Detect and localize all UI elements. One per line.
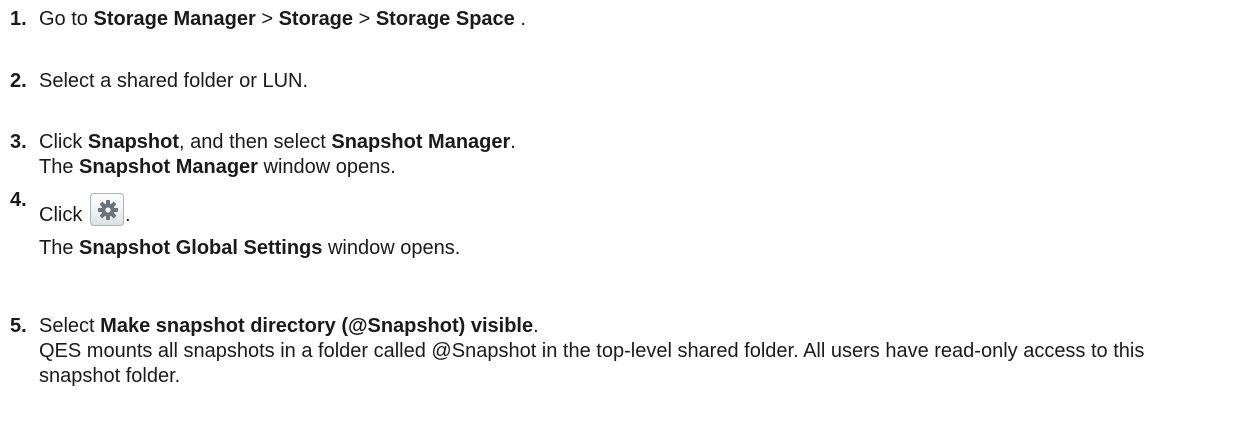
sentence-end: . bbox=[533, 315, 539, 337]
snapshot-button-name: Snapshot bbox=[87, 131, 180, 153]
select-text: Select bbox=[39, 315, 95, 337]
step-result: The Snapshot Manager window opens. bbox=[39, 155, 1230, 180]
make-snapshot-directory-visible-option: Make snapshot directory (@Snapshot) visi… bbox=[100, 315, 534, 337]
step-body: Select Make snapshot directory (@Snapsho… bbox=[39, 314, 1230, 389]
sentence-end: . bbox=[510, 131, 516, 153]
snapshot-global-settings-window-name: Snapshot Global Settings bbox=[79, 237, 323, 259]
path-storage: Storage bbox=[278, 8, 354, 30]
path-storage-space: Storage Space bbox=[375, 8, 515, 30]
result-suffix: window opens. bbox=[327, 237, 461, 259]
step-number: 2. bbox=[10, 70, 27, 92]
global-settings-button[interactable] bbox=[90, 193, 124, 226]
step-body: Click Snapshot, and then select Snapshot… bbox=[39, 130, 1230, 180]
go-to-text: Go to bbox=[39, 8, 88, 30]
sentence-end: . bbox=[520, 8, 526, 30]
result-prefix: The bbox=[39, 156, 74, 178]
result-suffix: window opens. bbox=[263, 156, 396, 178]
snapshot-manager-window-name: Snapshot Manager bbox=[79, 156, 258, 178]
path-storage-manager: Storage Manager bbox=[93, 8, 256, 30]
step-body: Click . The Snapshot Global Settings win… bbox=[39, 193, 1230, 261]
step-instruction: Select a shared folder or LUN. bbox=[39, 70, 309, 92]
gear-icon bbox=[98, 200, 118, 220]
step-instruction: Click . bbox=[39, 193, 1230, 229]
result-prefix: The bbox=[39, 237, 74, 259]
step-number: 5. bbox=[10, 315, 27, 337]
path-separator: > bbox=[358, 8, 371, 30]
step-number: 1. bbox=[10, 8, 27, 30]
step-instruction: Select Make snapshot directory (@Snapsho… bbox=[39, 314, 1230, 339]
step-result: The Snapshot Global Settings window open… bbox=[39, 236, 1230, 261]
then-select-text: , and then select bbox=[179, 131, 326, 153]
click-text: Click bbox=[39, 204, 83, 226]
step-number: 4. bbox=[10, 189, 27, 211]
step-number: 3. bbox=[10, 131, 27, 153]
click-text: Click bbox=[39, 131, 83, 153]
path-separator: > bbox=[261, 8, 273, 30]
step-body: Go to Storage Manager > Storage > Storag… bbox=[39, 7, 1230, 32]
step-description: QES mounts all snapshots in a folder cal… bbox=[39, 340, 1145, 387]
step-instruction: Click Snapshot, and then select Snapshot… bbox=[39, 130, 1230, 155]
procedure-steps: 1. Go to Storage Manager > Storage > Sto… bbox=[0, 0, 1242, 426]
snapshot-manager-menu-item: Snapshot Manager bbox=[331, 131, 511, 153]
step-instruction: Go to Storage Manager > Storage > Storag… bbox=[39, 7, 1230, 32]
sentence-end: . bbox=[125, 204, 131, 226]
step-body: Select a shared folder or LUN. bbox=[39, 69, 1230, 94]
